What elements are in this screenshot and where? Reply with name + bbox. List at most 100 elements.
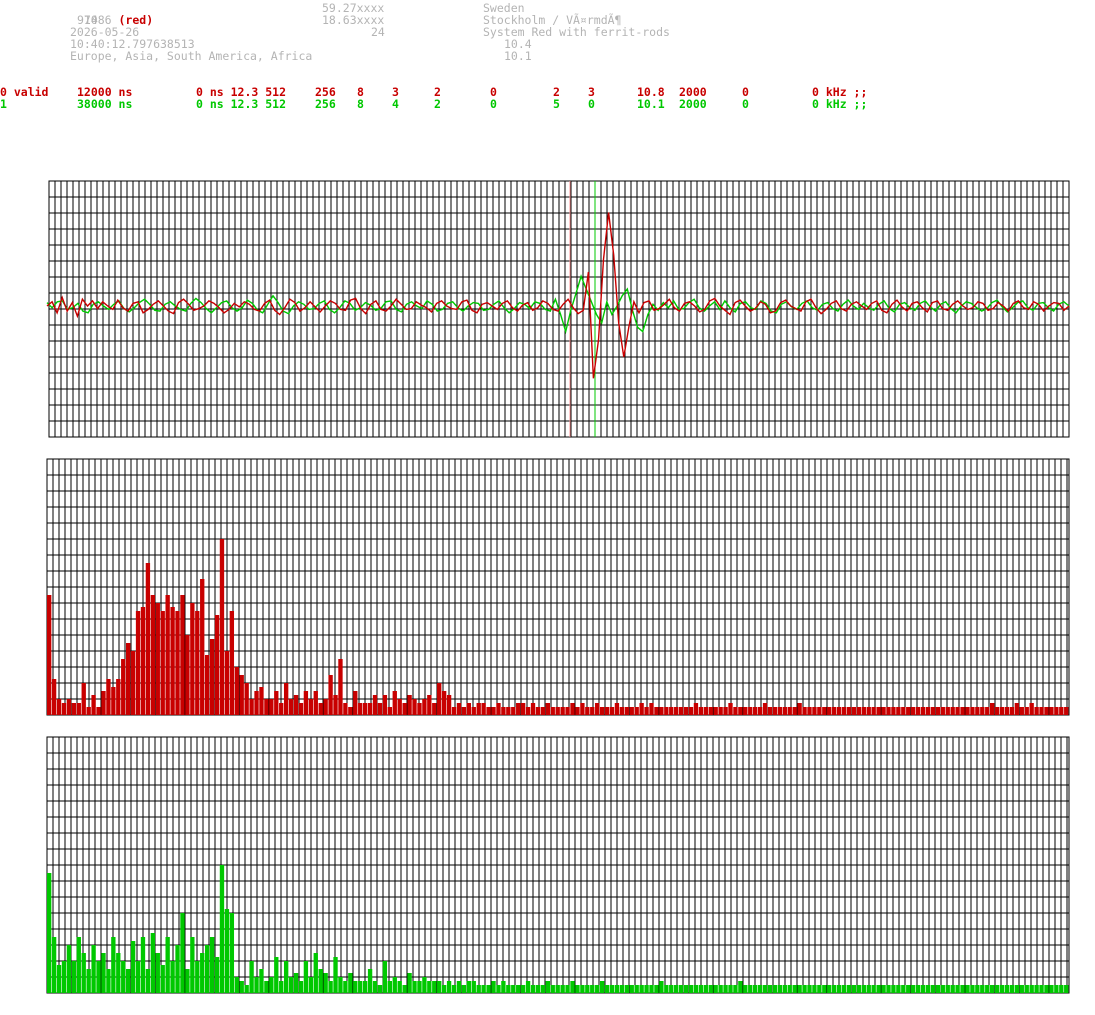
green-spectrum-bar [318,969,323,993]
green-spectrum-bar [911,985,916,993]
green-spectrum-bar [590,985,595,993]
red-spectrum-bar [471,707,476,715]
red-spectrum-bar [901,707,906,715]
green-spectrum-bar [372,981,378,993]
red-spectrum-bar [180,595,185,715]
red-spectrum-bar [1034,707,1039,715]
green-spectrum-bar [407,973,412,993]
green-spectrum-bar [570,981,575,993]
green-spectrum-bar [506,985,511,993]
green-spectrum-bar [254,977,259,993]
red-spectrum-bar [866,707,871,715]
red-spectrum-bar [422,699,427,715]
red-spectrum-bar [881,707,886,715]
red-spectrum-bar [126,643,131,715]
green-spectrum-bar [367,969,373,993]
green-spectrum-bar [718,985,723,993]
green-spectrum-bar [338,977,343,993]
green-spectrum-bar [886,985,891,993]
green-spectrum-bar [925,985,931,993]
green-spectrum-bar [980,985,985,993]
red-spectrum-bar [560,707,565,715]
red-spectrum-bar [170,607,175,715]
green-spectrum-bar [683,985,689,993]
green-spectrum-bar [387,981,393,993]
green-spectrum-bar [165,937,170,993]
red-spectrum-bar [535,707,541,715]
green-spectrum-bar [915,985,921,993]
green-spectrum-bar [713,985,718,993]
green-spectrum-bar [451,985,457,993]
red-spectrum-bar [293,695,299,715]
green-spectrum-bar [540,985,546,993]
red-spectrum-bar [303,691,309,715]
green-spectrum-bar [61,961,67,993]
green-spectrum-bar [106,969,111,993]
green-spectrum-bar [688,985,694,993]
red-spectrum-bar [71,703,77,715]
red-spectrum-bar [787,707,792,715]
green-spectrum-bar [209,937,215,993]
green-spectrum-bar [432,981,437,993]
green-spectrum-bar [446,981,452,993]
green-spectrum-bar [155,953,160,993]
red-spectrum-bar [832,707,837,715]
green-spectrum-bar [264,981,269,993]
green-spectrum-bar [575,985,580,993]
red-spectrum-bar [777,707,783,715]
red-spectrum-bar [659,707,664,715]
red-spectrum-bar [145,563,151,715]
red-spectrum-bar [323,699,328,715]
green-spectrum-bar [274,957,279,993]
green-spectrum-bar [545,981,550,993]
red-spectrum-bar [190,603,195,715]
red-spectrum-bar [516,703,521,715]
green-spectrum-bar [812,985,817,993]
red-spectrum-bar [876,707,881,715]
green-spectrum-bar [669,985,674,993]
green-spectrum-bar [748,985,753,993]
red-spectrum-bar [723,707,728,715]
red-spectrum-bar [580,703,585,715]
green-spectrum-bar [422,977,427,993]
red-spectrum-bar [511,707,516,715]
green-spectrum-bar [441,985,447,993]
red-spectrum-bar [214,615,220,715]
green-spectrum-bar [51,937,57,993]
red-spectrum-bar [841,707,847,715]
green-spectrum-bar [121,961,126,993]
green-spectrum-bar [259,969,264,993]
green-spectrum-bar [728,985,733,993]
green-spectrum-bar [145,969,151,993]
red-spectrum-bar [51,679,57,715]
green-spectrum-bar [283,961,289,993]
green-spectrum-bar [135,961,141,993]
green-spectrum-bar [229,913,235,993]
green-spectrum-bar [990,985,995,993]
red-spectrum-bar [822,707,827,715]
green-spectrum-bar [560,985,565,993]
green-spectrum-bar [832,985,837,993]
red-spectrum-bar [743,707,748,715]
green-spectrum-bar [856,985,862,993]
green-spectrum-bar [772,985,778,993]
green-spectrum-bar [471,981,476,993]
green-spectrum-bar [896,985,901,993]
green-spectrum-bar [841,985,847,993]
green-spectrum-bar [723,985,728,993]
green-spectrum-bar [1029,985,1034,993]
red-spectrum-bar [738,707,743,715]
red-spectrum-bar [387,707,393,715]
green-spectrum-bar [234,977,239,993]
green-spectrum-bar [56,965,62,993]
red-spectrum-bar [748,707,753,715]
green-spectrum-bar [599,981,605,993]
red-spectrum-bar [219,539,225,715]
red-spectrum-bar [1004,707,1010,715]
green-spectrum-bar [427,981,432,993]
green-spectrum-bar [456,981,462,993]
green-spectrum-bar [130,941,136,993]
charts-canvas [46,180,1070,994]
green-spectrum-bar [787,985,792,993]
green-spectrum-bar [851,985,857,993]
